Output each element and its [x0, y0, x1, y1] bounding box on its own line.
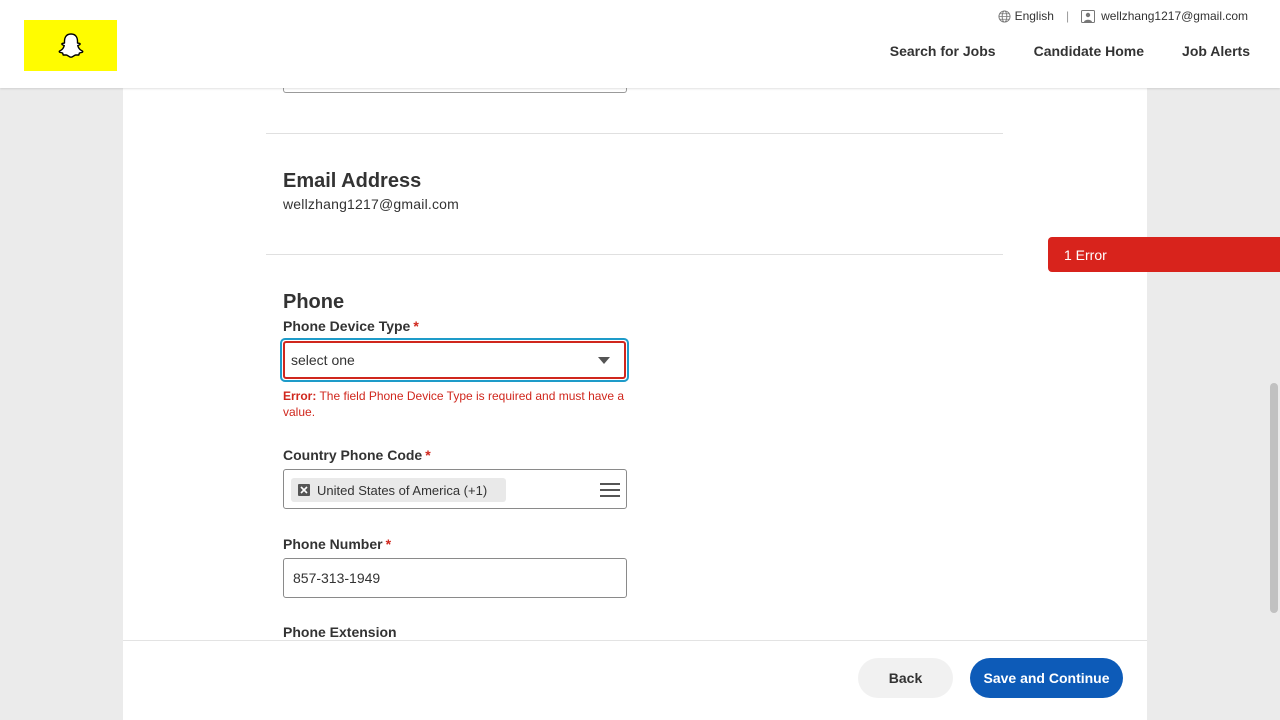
- language-selector[interactable]: English: [998, 9, 1054, 23]
- error-text: The field Phone Device Type is required …: [283, 389, 625, 419]
- country-phone-code-multiselect[interactable]: United States of America (+1): [283, 469, 627, 509]
- phone-number-label-text: Phone Number: [283, 536, 383, 552]
- candidate-home-link[interactable]: Candidate Home: [1034, 43, 1144, 59]
- job-alerts-link[interactable]: Job Alerts: [1182, 43, 1250, 59]
- error-prefix: Error:: [283, 389, 317, 403]
- country-phone-code-label-text: Country Phone Code: [283, 447, 423, 463]
- phone-number-label: Phone Number *: [283, 536, 391, 552]
- search-for-jobs-link[interactable]: Search for Jobs: [890, 43, 996, 59]
- required-asterisk: *: [413, 318, 419, 334]
- utility-separator: |: [1065, 9, 1070, 23]
- phone-device-type-label-text: Phone Device Type: [283, 318, 411, 334]
- email-value: wellzhang1217@gmail.com: [283, 196, 460, 212]
- page-scrollbar[interactable]: [1268, 88, 1280, 720]
- save-and-continue-button[interactable]: Save and Continue: [970, 658, 1123, 698]
- selected-country-text[interactable]: United States of America (+1): [317, 483, 487, 498]
- user-email[interactable]: wellzhang1217@gmail.com: [1101, 9, 1248, 23]
- user-icon: [1081, 9, 1096, 23]
- utility-bar: English | wellzhang1217@gmail.com: [998, 9, 1248, 23]
- language-label[interactable]: English: [1015, 9, 1054, 23]
- error-summary-tab[interactable]: 1 Error: [1048, 237, 1280, 272]
- required-asterisk: *: [425, 447, 431, 463]
- application-form-panel: [123, 0, 1147, 720]
- phone-section-title: Phone: [283, 291, 345, 313]
- snapchat-logo[interactable]: [24, 20, 117, 71]
- ghost-icon: [58, 32, 83, 58]
- required-asterisk: *: [385, 536, 392, 552]
- selected-country-chip: United States of America (+1): [291, 478, 506, 502]
- error-count[interactable]: 1 Error: [1064, 247, 1107, 263]
- header-nav: Search for Jobs Candidate Home Job Alert…: [890, 43, 1250, 59]
- country-phone-code-label: Country Phone Code *: [283, 447, 431, 463]
- email-section-title: Email Address: [283, 170, 422, 192]
- user-menu[interactable]: wellzhang1217@gmail.com: [1081, 9, 1248, 23]
- remove-chip-icon[interactable]: [297, 483, 311, 497]
- chevron-down-icon: [598, 356, 610, 364]
- phone-device-type-select[interactable]: select one: [283, 341, 626, 379]
- phone-extension-label: Phone Extension: [283, 624, 397, 640]
- prompt-list-icon[interactable]: [600, 483, 620, 502]
- back-button[interactable]: Back: [858, 658, 953, 698]
- phone-device-type-focus-ring: select one: [280, 338, 629, 382]
- site-header: English | wellzhang1217@gmail.com Search…: [0, 0, 1280, 88]
- phone-number-input[interactable]: [283, 558, 627, 598]
- form-footer: Back Save and Continue: [123, 640, 1147, 720]
- section-divider: [266, 254, 1003, 255]
- section-divider: [266, 133, 1003, 134]
- phone-device-type-label: Phone Device Type *: [283, 318, 419, 334]
- phone-device-type-error: Error: The field Phone Device Type is re…: [283, 388, 628, 420]
- globe-icon: [998, 9, 1011, 23]
- scrollbar-thumb[interactable]: [1270, 383, 1278, 613]
- phone-device-type-value: select one: [291, 352, 355, 368]
